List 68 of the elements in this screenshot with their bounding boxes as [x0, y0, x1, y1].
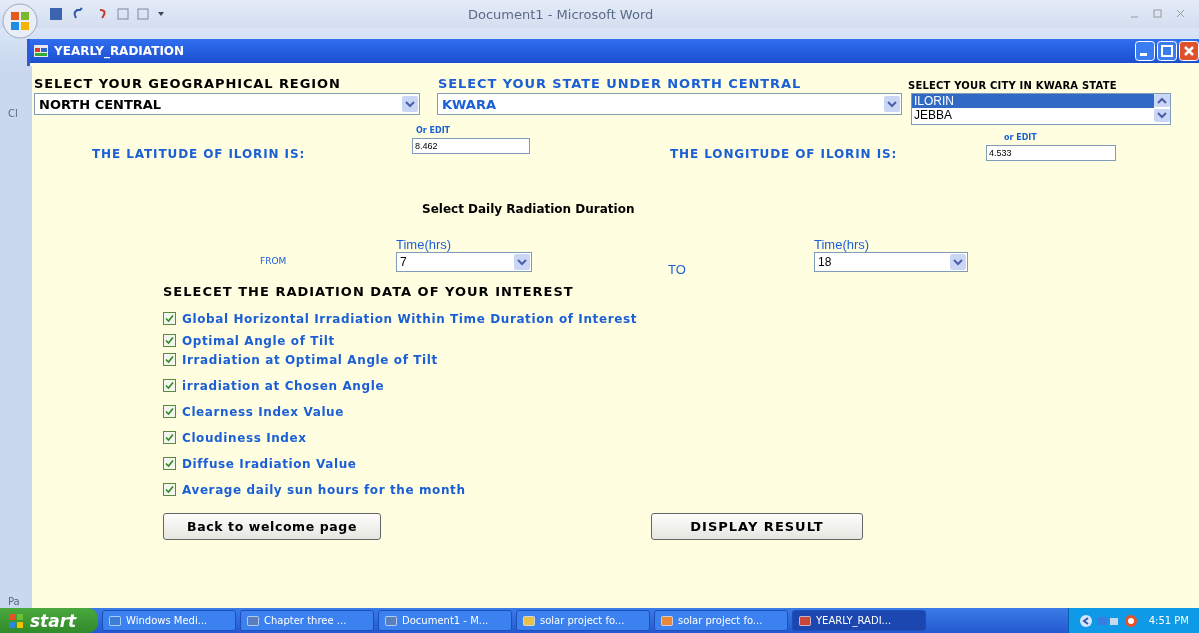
caret-icon: [514, 254, 530, 270]
longitude-label: THE LONGITUDE OF ILORIN IS:: [670, 147, 899, 161]
option-label: Average daily sun hours for the month: [182, 482, 466, 497]
taskbar-button[interactable]: Document1 - M...: [378, 610, 512, 631]
taskbar-button[interactable]: Windows Medi...: [102, 610, 236, 631]
caret-icon: [402, 96, 418, 112]
clipped-text: Cl: [8, 108, 18, 119]
tray-icons[interactable]: [1078, 613, 1139, 628]
time-caption: Time(hrs): [814, 238, 871, 252]
app-icon: [247, 614, 259, 627]
checkbox[interactable]: [163, 431, 176, 444]
checkbox[interactable]: [163, 312, 176, 325]
checkbox[interactable]: [163, 353, 176, 366]
option-label: Clearness Index Value: [182, 404, 344, 419]
city-label: SELECT YOUR CITY IN KWARA STATE: [908, 80, 1117, 91]
option-label: Diffuse Iradiation Value: [182, 456, 357, 471]
checkbox[interactable]: [163, 405, 176, 418]
to-label: TO: [668, 262, 687, 277]
region-label: SELECT YOUR GEOGRAPHICAL REGION: [33, 76, 342, 91]
option-label: Cloudiness Index: [182, 430, 307, 445]
close-icon[interactable]: [1179, 41, 1199, 61]
state-label: SELECT YOUR STATE UNDER NORTH CENTRAL: [438, 76, 803, 91]
start-button[interactable]: start: [0, 608, 98, 633]
windows-flag-icon: [8, 612, 24, 629]
display-result-button[interactable]: DISPLAY RESULT: [651, 513, 863, 540]
caret-icon: [884, 96, 900, 112]
longitude-field[interactable]: 4.533: [986, 145, 1116, 161]
clock: 4:51 PM: [1148, 615, 1189, 626]
edit-hint: Or EDIT: [416, 126, 452, 137]
maximize-icon[interactable]: [1157, 41, 1177, 61]
option-label: Irradiation at Optimal Angle of Tilt: [182, 352, 438, 367]
time-caption: Time(hrs): [396, 238, 453, 252]
checkbox[interactable]: [163, 379, 176, 392]
checkbox[interactable]: [163, 457, 176, 470]
section-heading: SELECET THE RADIATION DATA OF YOUR INTEREST: [163, 284, 574, 299]
app-icon: [523, 614, 535, 627]
latitude-field[interactable]: 8.462: [412, 138, 530, 154]
app-icon: [34, 45, 48, 57]
window-title: Document1 - Microsoft Word: [468, 6, 654, 22]
app-icon: [385, 614, 397, 627]
taskbar-button[interactable]: solar project fo...: [516, 610, 650, 631]
taskbar-button[interactable]: YEARLY_RADI...: [792, 610, 926, 631]
minimize-icon[interactable]: [1135, 41, 1155, 61]
caret-icon: [950, 254, 966, 270]
latitude-label: THE LATITUDE OF ILORIN IS:: [92, 147, 307, 161]
dialog-title: YEARLY_RADIATION: [54, 44, 185, 58]
option-label: Global Horizontal Irradiation Within Time Duration of Interest: [182, 311, 637, 326]
taskbar-button[interactable]: Chapter three ...: [240, 610, 374, 631]
edit-hint: or EDIT: [1004, 133, 1038, 144]
taskbar-button[interactable]: solar project fo...: [654, 610, 788, 631]
from-time-dropdown[interactable]: 7: [396, 252, 532, 272]
option-label: irradiation at Chosen Angle: [182, 378, 385, 393]
checkbox[interactable]: [163, 334, 176, 347]
from-label: FROM: [260, 256, 288, 266]
checkbox[interactable]: [163, 483, 176, 496]
scrollbar[interactable]: [1154, 94, 1170, 122]
list-item[interactable]: JEBBA: [912, 108, 1154, 122]
app-icon: [109, 614, 121, 627]
duration-title: Select Daily Radiation Duration: [422, 202, 635, 216]
app-icon: [661, 614, 673, 627]
state-dropdown[interactable]: KWARA: [437, 93, 902, 115]
option-label: Optimal Angle of Tilt: [182, 333, 335, 348]
list-item[interactable]: ILORIN: [912, 94, 1154, 108]
app-icon: [799, 614, 811, 627]
to-time-dropdown[interactable]: 18: [814, 252, 968, 272]
region-dropdown[interactable]: NORTH CENTRAL: [34, 93, 420, 115]
back-button[interactable]: Back to welcome page: [163, 513, 381, 540]
clipped-text: Pa: [8, 596, 20, 607]
